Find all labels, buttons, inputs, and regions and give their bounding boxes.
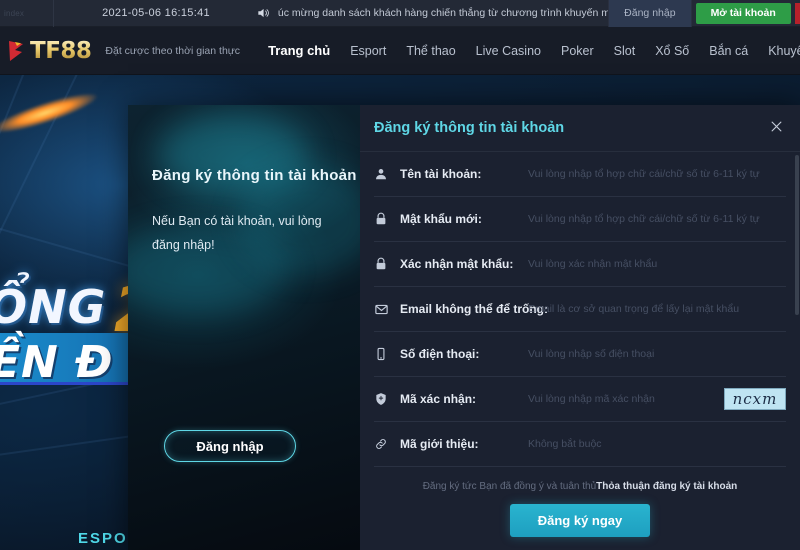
field-label-phone: Số điện thoại: [400,347,528,361]
banner-headline: ỔNG [0,280,106,334]
speaker-icon[interactable] [256,6,270,20]
nav-item-slot[interactable]: Slot [614,44,636,58]
lock-icon [374,257,400,271]
field-row-email[interactable]: Email không thể để trống: Email là cơ sở… [374,287,786,332]
field-row-phone[interactable]: Số điện thoại: Vui lòng nhập số điện tho… [374,332,786,377]
field-row-username[interactable]: Tên tài khoản: Vui lòng nhập tổ hợp chữ … [374,152,786,197]
nav-item-xo-so[interactable]: Xổ Số [655,44,689,58]
page-root: index 2021-05-06 16:15:41 úc mừng danh s… [0,0,800,550]
field-row-confirm-password[interactable]: Xác nhận mật khẩu: Vui lòng xác nhận mật… [374,242,786,287]
nav-item-live-casino[interactable]: Live Casino [476,44,541,58]
shield-icon [374,392,400,406]
topbar-register-button[interactable]: Mở tài khoản [696,3,791,24]
modal-scrollbar[interactable] [795,155,799,315]
close-icon[interactable] [769,119,784,137]
username-input[interactable]: Vui lòng nhập tổ hợp chữ cái/chữ số từ 6… [528,168,786,180]
modal-left-title: Đăng ký thông tin tài khoản [152,167,357,184]
logo-text: TF88 [30,38,91,64]
field-label-referral: Mã giới thiệu: [400,437,528,451]
modal-left-panel: Đăng ký thông tin tài khoản Nếu Bạn có t… [128,105,360,550]
user-icon [374,167,400,181]
terms-link[interactable]: Thỏa thuận đăng ký tài khoản [596,481,737,492]
envelope-icon [374,302,400,317]
confirm-password-input[interactable]: Vui lòng xác nhận mật khẩu [528,258,786,270]
email-input[interactable]: Email là cơ sở quan trọng để lấy lại mật… [528,303,786,315]
nav-item-ban-ca[interactable]: Bắn cá [709,44,748,58]
lock-icon [374,212,400,226]
field-label-email: Email không thể để trống: [400,302,528,316]
terms-prefix: Đăng ký tức Bạn đã đồng ý và tuân thủ [423,481,596,492]
modal-title: Đăng ký thông tin tài khoản [374,120,769,136]
field-row-referral[interactable]: Mã giới thiệu: Không bắt buộc [374,422,786,467]
terms-notice: Đăng ký tức Bạn đã đồng ý và tuân thủThỏ… [360,481,800,492]
modal-header: Đăng ký thông tin tài khoản [360,105,800,152]
nav-tagline: Đặt cược theo thời gian thực [105,45,240,57]
main-navigation-bar: TF88 Đặt cược theo thời gian thực Trang … [0,27,800,75]
phone-icon [374,347,400,361]
password-input[interactable]: Vui lòng nhập tổ hợp chữ cái/chữ số từ 6… [528,213,786,225]
captcha-text: ncxm [733,390,778,408]
nav-item-khuyen-mai[interactable]: Khuyến mãi [768,44,800,58]
modal-login-button[interactable]: Đăng nhập [164,430,296,462]
nav-item-trang-chu[interactable]: Trang chủ [268,43,330,58]
topbar-right-edge [795,3,800,24]
modal-right-panel: Đăng ký thông tin tài khoản Tên tài khoả [360,105,800,550]
submit-row: Đăng ký ngay [360,504,800,537]
site-logo[interactable]: TF88 [0,27,91,75]
referral-input[interactable]: Không bắt buộc [528,438,786,450]
nav-item-poker[interactable]: Poker [561,44,594,58]
modal-left-description: Nếu Bạn có tài khoản, vui lòng đăng nhập… [152,210,342,258]
nav-item-list: Trang chủ Esport Thể thao Live Casino Po… [268,43,800,58]
banner-subline: ỀN Đ [0,337,113,388]
field-row-captcha[interactable]: Mã xác nhận: Vui lòng nhập mã xác nhận n… [374,377,786,422]
link-icon [374,437,400,451]
server-timestamp: 2021-05-06 16:15:41 [54,7,210,19]
field-label-password: Mật khẩu mới: [400,212,528,226]
phone-input[interactable]: Vui lòng nhập số điện thoại [528,348,786,360]
nav-item-esport[interactable]: Esport [350,44,386,58]
registration-modal: Đăng ký thông tin tài khoản Nếu Bạn có t… [128,105,800,550]
topbar-login-button[interactable]: Đăng nhập [608,0,692,27]
captcha-image[interactable]: ncxm [724,388,786,410]
field-row-password[interactable]: Mật khẩu mới: Vui lòng nhập tổ hợp chữ c… [374,197,786,242]
field-label-username: Tên tài khoản: [400,167,528,181]
captcha-input[interactable]: Vui lòng nhập mã xác nhận [528,393,718,405]
announcement-marquee: úc mừng danh sách khách hàng chiến thắng… [278,7,608,19]
register-submit-button[interactable]: Đăng ký ngay [510,504,650,537]
field-label-confirm-password: Xác nhận mật khẩu: [400,257,528,271]
field-label-captcha: Mã xác nhận: [400,392,528,406]
top-bar: index 2021-05-06 16:15:41 úc mừng danh s… [0,0,800,27]
nav-item-the-thao[interactable]: Thể thao [406,44,455,58]
flag-icon [6,39,28,63]
browser-tab-label: index [0,0,53,27]
registration-form: Tên tài khoản: Vui lòng nhập tổ hợp chữ … [360,152,800,467]
